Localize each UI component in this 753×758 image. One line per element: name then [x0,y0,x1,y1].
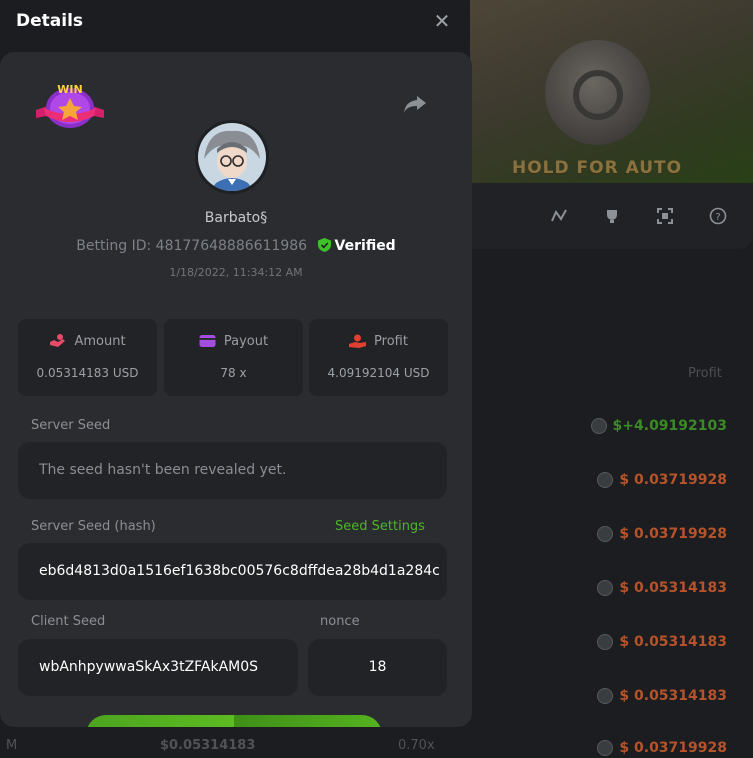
coin-icon [590,418,607,434]
betting-id-value: 48177648886611986 [155,238,308,254]
client-seed-label: Client Seed [31,614,106,629]
chart-line-icon[interactable] [550,207,568,225]
profit-column-header: Profit [688,366,722,381]
fullscreen-icon[interactable] [656,207,674,225]
coin-icon [597,634,614,650]
seed-settings-link[interactable]: Seed Settings [335,519,425,534]
trophy-icon[interactable] [603,207,621,225]
betting-id-line: Betting ID: 48177648886611986 Verified [0,238,472,254]
bet-row-profit: $+4.09192103 [590,416,727,436]
coin-icon [597,472,614,488]
server-seed-hash-label: Server Seed (hash) [31,519,156,534]
hold-for-auto-text: HOLD FOR AUTO [512,158,683,178]
verified-label: Verified [334,238,396,254]
bet-row-profit: $ 0.03719928 [597,524,727,544]
server-seed-hash-field[interactable]: eb6d4813d0a1516ef1638bc00576c8dffdea28b4… [18,543,447,600]
payout-wallet-icon [199,335,216,347]
coin-icon [597,688,614,704]
win-badge-text: WIN [57,83,82,96]
verified-shield-icon [317,238,331,252]
share-icon[interactable] [403,94,427,114]
nonce-field[interactable]: 18 [308,639,447,696]
bet-timestamp: 1/18/2022, 11:34:12 AM [169,266,303,279]
help-icon[interactable]: ? [709,207,727,225]
username: Barbato§ [204,210,268,226]
game-toolbar: ? [470,183,753,249]
stat-profit-value: 4.09192104 USD [327,366,430,380]
bet-row-profit: $ 0.05314183 [597,578,727,598]
close-button[interactable]: ✕ [431,10,453,32]
bet-row-profit: $ 0.03719928 [597,738,727,758]
stat-amount-value: 0.05314183 USD [36,366,139,380]
nonce-label: nonce [320,614,360,629]
bet-details-card: WIN Barbato§ Betting ID: 481776488866119… [0,52,472,727]
game-stone-ring [573,70,623,120]
coin-icon [597,580,614,596]
verify-button[interactable] [86,715,382,727]
bet-row-profit: $ 0.05314183 [597,686,727,706]
coin-icon [597,740,614,756]
server-seed-field: The seed hasn't been revealed yet. [18,442,447,499]
modal-title: Details [16,11,84,31]
stat-payout: Payout 78 x [164,319,303,396]
bet-row-profit: $ 0.03719928 [597,470,727,490]
stat-payout-value: 78 x [220,366,247,380]
game-preview: HOLD FOR AUTO [470,0,753,183]
betting-id-label: Betting ID: [76,238,152,254]
amount-hand-icon [50,334,66,347]
bet-row-partial: M $0.05314183 0.70x [6,738,435,753]
coin-icon [597,526,614,542]
client-seed-field[interactable]: wbAnhpywwaSkAx3tZFAkAM0S [18,639,298,696]
avatar-image [198,123,266,191]
profit-hand-icon [349,334,367,348]
svg-text:?: ? [715,212,720,223]
win-badge-icon: WIN [36,83,104,128]
bet-row-profit: $ 0.05314183 [597,632,727,652]
avatar [195,120,269,194]
stat-profit: Profit 4.09192104 USD [309,319,448,396]
server-seed-label: Server Seed [31,418,111,433]
stat-amount: Amount 0.05314183 USD [18,319,157,396]
